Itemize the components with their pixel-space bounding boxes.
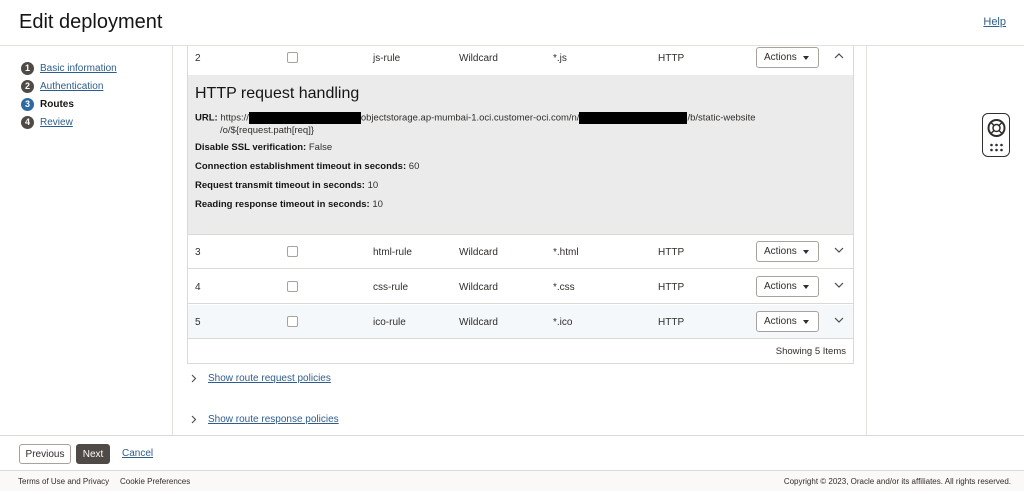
backend-type: HTTP (658, 317, 685, 328)
match-pattern: *.html (553, 247, 579, 258)
details-heading: HTTP request handling (195, 85, 360, 102)
page-header: Edit deployment Help (0, 0, 1024, 46)
actions-menu-button[interactable]: Actions (756, 47, 819, 68)
lifebuoy-icon (987, 119, 1006, 152)
show-request-policies-toggle[interactable]: Show route request policies (189, 373, 331, 384)
caret-down-icon (803, 285, 809, 289)
table-row: 4 css-rule Wildcard *.css HTTP Actions (188, 270, 853, 304)
step-label[interactable]: Basic information (40, 63, 117, 74)
show-response-policies-toggle[interactable]: Show route response policies (189, 414, 339, 425)
rule-name: js-rule (373, 53, 401, 64)
match-pattern: *.js (553, 53, 567, 64)
routes-table: 2 js-rule Wildcard *.js HTTP Actions HTT… (187, 46, 854, 364)
row-checkbox[interactable] (287, 281, 298, 292)
match-type: Wildcard (459, 282, 498, 293)
row-number: 4 (195, 282, 201, 293)
actions-menu-button[interactable]: Actions (756, 311, 819, 332)
redacted-block (579, 112, 688, 124)
actions-label: Actions (764, 281, 797, 292)
chevron-down-icon[interactable] (833, 314, 845, 326)
step-review[interactable]: 4 Review (21, 114, 73, 130)
terms-link[interactable]: Terms of Use and Privacy (18, 477, 109, 486)
match-type: Wildcard (459, 317, 498, 328)
row-checkbox[interactable] (287, 52, 298, 63)
wizard-steps: 1 Basic information 2 Authentication 3 R… (0, 46, 172, 435)
row-checkbox[interactable] (287, 246, 298, 257)
redacted-block (248, 112, 361, 124)
transmit-timeout: Request transmit timeout in seconds: 10 (195, 180, 379, 191)
step-authentication[interactable]: 2 Authentication (21, 78, 103, 94)
backend-type: HTTP (658, 53, 685, 64)
actions-menu-button[interactable]: Actions (756, 241, 819, 262)
request-policies-label[interactable]: Show route request policies (208, 373, 331, 384)
step-routes: 3 Routes (21, 96, 74, 112)
cancel-link[interactable]: Cancel (122, 448, 153, 459)
caret-down-icon (803, 250, 809, 254)
reading-timeout: Reading response timeout in seconds: 10 (195, 199, 383, 210)
chevron-down-icon[interactable] (833, 279, 845, 291)
match-type: Wildcard (459, 247, 498, 258)
table-row: 5 ico-rule Wildcard *.ico HTTP Actions (188, 305, 853, 339)
row-checkbox[interactable] (287, 316, 298, 327)
right-gutter (867, 46, 1024, 435)
route-details-panel: HTTP request handling URL: https://objec… (188, 75, 853, 235)
url-value: URL: https://objectstorage.ap-mumbai-1.o… (195, 112, 756, 136)
caret-down-icon (803, 56, 809, 60)
step-number: 1 (21, 61, 34, 75)
page-footer: Terms of Use and Privacy Cookie Preferen… (0, 470, 1024, 491)
help-link[interactable]: Help (983, 16, 1006, 28)
help-widget[interactable] (982, 113, 1010, 157)
table-row: 3 html-rule Wildcard *.html HTTP Actions (188, 235, 853, 269)
step-label: Routes (40, 98, 74, 110)
ssl-verification: Disable SSL verification: False (195, 142, 333, 153)
step-label[interactable]: Authentication (40, 81, 103, 92)
backend-type: HTTP (658, 247, 685, 258)
row-number: 5 (195, 317, 201, 328)
backend-type: HTTP (658, 282, 685, 293)
main-content[interactable]: 2 js-rule Wildcard *.js HTTP Actions HTT… (172, 46, 867, 435)
cookie-preferences-link[interactable]: Cookie Preferences (120, 477, 190, 486)
caret-down-icon (803, 320, 809, 324)
next-button[interactable]: Next (76, 444, 110, 464)
table-item-count: Showing 5 Items (775, 346, 846, 357)
step-number: 2 (21, 79, 34, 93)
match-pattern: *.ico (553, 317, 573, 328)
match-type: Wildcard (459, 53, 498, 64)
chevron-right-icon (191, 374, 197, 383)
table-row: 2 js-rule Wildcard *.js HTTP Actions (188, 46, 853, 75)
connection-timeout: Connection establishment timeout in seco… (195, 161, 420, 172)
rule-name: ico-rule (373, 317, 406, 328)
rule-name: html-rule (373, 247, 412, 258)
actions-menu-button[interactable]: Actions (756, 276, 819, 297)
chevron-down-icon[interactable] (833, 244, 845, 256)
chevron-right-icon (191, 415, 197, 424)
previous-button[interactable]: Previous (19, 444, 71, 464)
step-basic-information[interactable]: 1 Basic information (21, 60, 117, 76)
page-title: Edit deployment (19, 11, 163, 33)
row-number: 2 (195, 53, 201, 64)
step-number: 4 (21, 115, 34, 129)
copyright-text: Copyright © 2023, Oracle and/or its affi… (783, 477, 1011, 486)
row-number: 3 (195, 247, 201, 258)
response-policies-label[interactable]: Show route response policies (208, 414, 339, 425)
step-label[interactable]: Review (40, 117, 73, 128)
actions-label: Actions (764, 52, 797, 63)
actions-label: Actions (764, 246, 797, 257)
rule-name: css-rule (373, 282, 409, 293)
chevron-up-icon[interactable] (833, 50, 845, 62)
step-number: 3 (21, 97, 34, 111)
wizard-action-bar: Previous Next Cancel (0, 435, 1024, 470)
actions-label: Actions (764, 316, 797, 327)
match-pattern: *.css (553, 282, 575, 293)
